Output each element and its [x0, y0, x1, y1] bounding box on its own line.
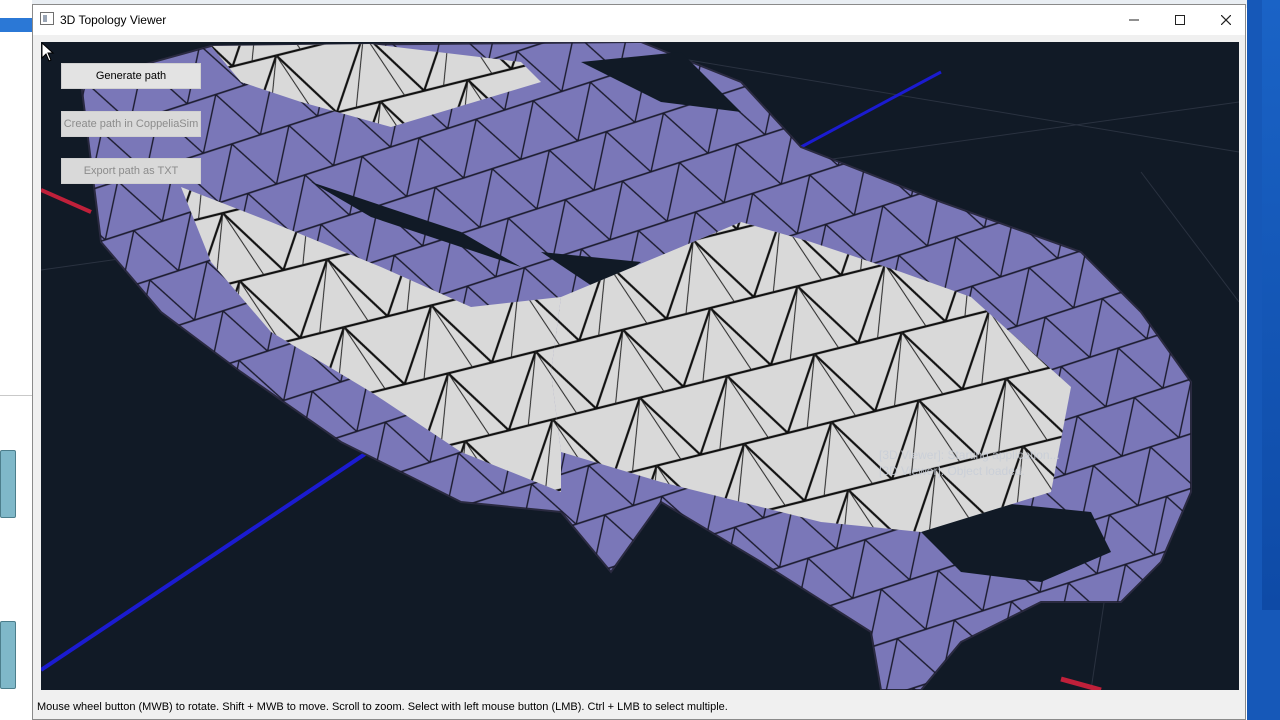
background-window-left [0, 0, 32, 720]
window-title: 3D Topology Viewer [60, 13, 167, 27]
minimize-button[interactable] [1111, 5, 1157, 35]
app-window: 3D Topology Viewer Generate path Create … [32, 4, 1246, 720]
background-window-right-stripe [1262, 0, 1280, 610]
mesh-render [41, 42, 1239, 690]
export-path-txt-button[interactable]: Export path as TXT [61, 158, 201, 184]
z-axis-line-far [800, 70, 942, 149]
x-axis-line [41, 188, 92, 214]
3d-viewport[interactable]: Generate path Create path in CoppeliaSim… [41, 42, 1239, 690]
maximize-icon [1175, 15, 1185, 25]
status-bar: Mouse wheel button (MWB) to rotate. Shif… [33, 697, 1245, 719]
log-line: [3D Viewer]: Object loaded. [879, 464, 1025, 478]
z-axis-line [41, 428, 403, 672]
log-line: [3D Viewer]: Starting application... [879, 448, 1060, 462]
maximize-button[interactable] [1157, 5, 1203, 35]
minimize-icon [1129, 19, 1139, 21]
create-path-coppeliasim-button[interactable]: Create path in CoppeliaSim [61, 111, 201, 137]
x-axis-line-near [1060, 676, 1102, 690]
background-tile [0, 450, 16, 518]
viewer-log: [3D Viewer]: Starting application... [3D… [879, 447, 1060, 479]
background-tile [0, 621, 16, 689]
background-divider [0, 395, 32, 396]
close-icon [1221, 15, 1231, 25]
close-button[interactable] [1203, 5, 1249, 35]
background-window-highlight [0, 18, 32, 32]
mouse-cursor-icon [41, 42, 55, 62]
app-window-icon [40, 12, 54, 25]
title-bar[interactable]: 3D Topology Viewer [33, 5, 1245, 35]
status-hint-text: Mouse wheel button (MWB) to rotate. Shif… [37, 701, 728, 713]
generate-path-button[interactable]: Generate path [61, 63, 201, 89]
